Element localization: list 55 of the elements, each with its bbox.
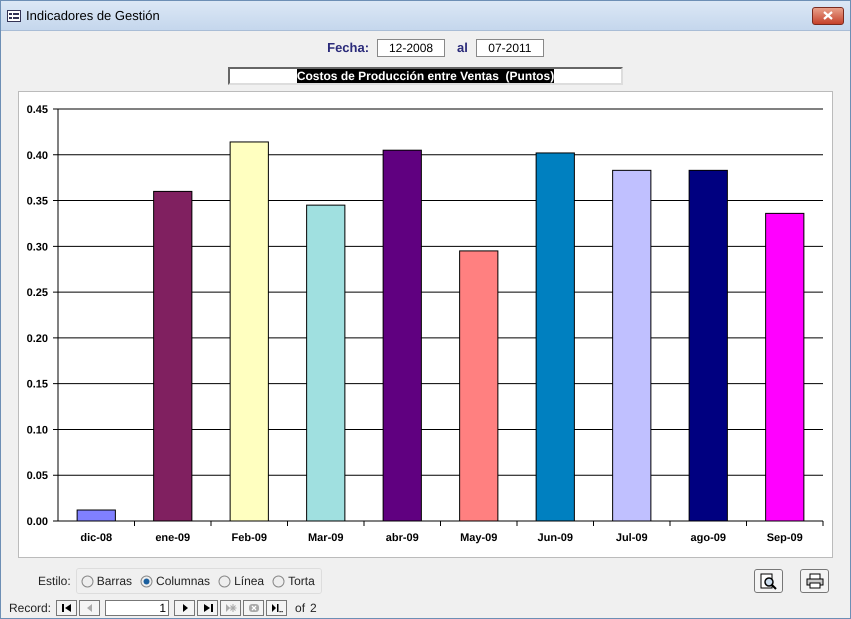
window-title: Indicadores de Gestión — [26, 6, 160, 25]
x-tick-label: Jun-09 — [538, 532, 573, 544]
last-record-button[interactable] — [197, 600, 218, 616]
record-label: Record: — [9, 600, 52, 617]
last-more-icon — [270, 603, 283, 613]
radio-icon — [80, 574, 94, 588]
date-from-field[interactable]: 12-2008 — [377, 38, 446, 56]
record-number-field[interactable]: 1 — [105, 600, 170, 616]
preview-button[interactable] — [754, 569, 783, 593]
date-to-label: al — [457, 38, 468, 57]
y-tick-label: 0.35 — [26, 196, 48, 208]
y-tick-label: 0.20 — [26, 332, 48, 345]
x-tick-label: ago-09 — [690, 532, 726, 544]
last-icon — [202, 603, 214, 613]
y-tick-label: 0.00 — [26, 516, 48, 528]
y-tick-label: 0.10 — [26, 424, 48, 436]
x-tick-label: abr-09 — [386, 532, 419, 544]
date-from-label: Fecha: — [327, 38, 370, 57]
first-record-button[interactable] — [56, 600, 78, 616]
style-radio-option[interactable]: Línea — [218, 572, 266, 590]
x-tick-label: dic-08 — [80, 532, 112, 544]
y-tick-label: 0.45 — [26, 104, 48, 116]
y-tick-label: 0.40 — [26, 150, 48, 162]
printer-icon — [806, 573, 824, 589]
magnifier-icon — [760, 572, 777, 590]
next-record-button[interactable] — [174, 600, 196, 616]
delete-icon — [248, 603, 260, 613]
radio-icon — [140, 574, 154, 588]
record-total: 2 — [310, 600, 317, 617]
x-tick-label: May-09 — [460, 532, 498, 544]
radio-icon — [272, 574, 286, 588]
more-records-button[interactable] — [266, 600, 288, 616]
close-button[interactable] — [812, 6, 844, 24]
y-tick-label: 0.05 — [26, 470, 48, 482]
style-radio-option[interactable]: Columnas — [140, 572, 212, 590]
y-tick-label: 0.30 — [26, 241, 48, 254]
x-tick-label: Mar-09 — [308, 532, 344, 544]
radio-icon — [218, 574, 232, 588]
x-tick-label: Jul-09 — [616, 532, 648, 544]
y-tick-label: 0.25 — [26, 287, 48, 300]
print-button[interactable] — [800, 569, 829, 593]
first-icon — [60, 603, 73, 613]
style-radio-option[interactable]: Torta — [272, 572, 317, 590]
style-label: Estilo: — [38, 573, 71, 590]
chart-title-field: Costos de Producción entre Ventas (Puntos) — [228, 67, 623, 85]
x-tick-label: Sep-09 — [766, 532, 803, 544]
x-tick-label: Feb-09 — [232, 532, 267, 544]
date-to-field[interactable]: 07-2011 — [476, 38, 544, 56]
record-of-label: of — [295, 600, 306, 617]
y-tick-label: 0.15 — [26, 378, 48, 391]
form-icon — [7, 10, 21, 22]
x-tick-label: ene-09 — [155, 532, 190, 544]
style-radio-option[interactable]: Barras — [80, 572, 134, 590]
new-record-icon — [224, 603, 237, 613]
close-icon — [823, 11, 833, 20]
